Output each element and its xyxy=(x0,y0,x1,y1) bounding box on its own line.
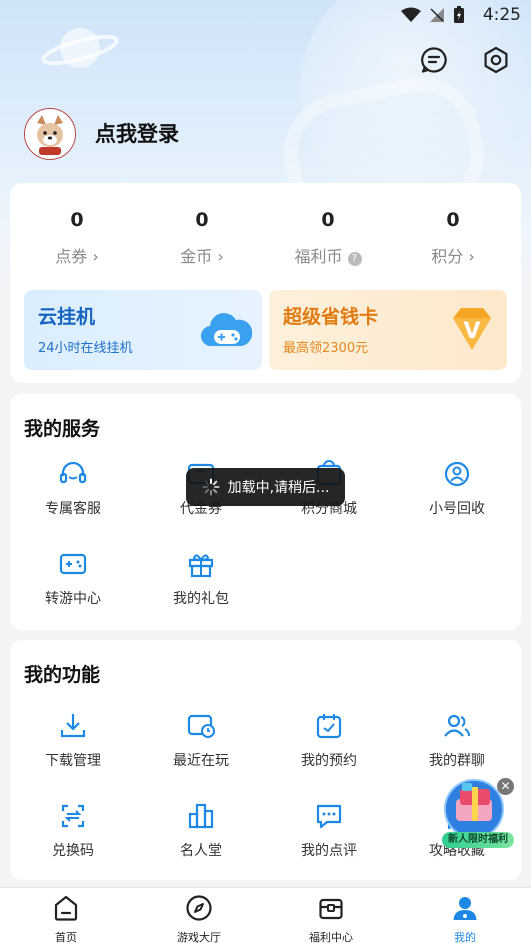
stat-value: 0 xyxy=(321,209,335,231)
float-close-button[interactable]: ✕ xyxy=(497,778,514,795)
home-icon xyxy=(54,895,78,921)
game-transfer-icon xyxy=(59,553,87,575)
stat-value: 0 xyxy=(195,209,209,231)
feature-my-reservations[interactable]: 我的预约 xyxy=(279,710,379,770)
recent-game-icon xyxy=(187,714,215,738)
service-customer-support[interactable]: 专属客服 xyxy=(23,458,123,518)
stat-label: 金币 › xyxy=(180,247,224,266)
chevron-right-icon: › xyxy=(92,247,99,266)
feature-my-reviews[interactable]: 我的点评 xyxy=(279,800,379,860)
tab-label: 游戏大厅 xyxy=(177,931,221,944)
promo-title: 超级省钱卡 xyxy=(283,306,379,328)
services-card: 我的服务 专属客服 代金券 积分商城 小号回收 转游中心 我的礼包 xyxy=(10,394,521,630)
promo-subtitle: 最高领2300元 xyxy=(283,341,369,356)
wallet-card: 0 点券 › 0 金币 › 0 福利币 ? 0 积分 › 云挂机 24小时在线挂… xyxy=(10,183,521,383)
calendar-check-icon xyxy=(316,714,342,739)
loading-toast: 加载中,请稍后... xyxy=(186,468,345,506)
feature-label: 名人堂 xyxy=(180,843,222,859)
message-icon xyxy=(421,47,447,73)
service-account-recycle[interactable]: 小号回收 xyxy=(407,458,507,518)
vip-gem-icon: V xyxy=(453,308,491,350)
service-my-gifts[interactable]: 我的礼包 xyxy=(151,548,251,608)
status-icons xyxy=(401,6,465,24)
stat-points[interactable]: 0 积分 › xyxy=(393,209,513,267)
super-saver-card[interactable]: 超级省钱卡 最高领2300元 V xyxy=(269,290,507,370)
service-label: 转游中心 xyxy=(45,591,101,607)
avatar[interactable] xyxy=(24,108,76,160)
svg-text:V: V xyxy=(463,319,480,344)
tab-welfare-center[interactable]: 福利中心 xyxy=(286,894,376,945)
feature-label: 下载管理 xyxy=(45,753,101,769)
stat-gold[interactable]: 0 金币 › xyxy=(142,209,262,267)
feature-label: 我的群聊 xyxy=(429,753,485,769)
compass-icon xyxy=(186,895,212,921)
wifi-icon xyxy=(401,7,421,22)
battery-icon xyxy=(454,6,464,23)
feature-redeem-code[interactable]: 兑换码 xyxy=(23,800,123,860)
chevron-right-icon: › xyxy=(217,247,224,266)
help-icon[interactable]: ? xyxy=(347,252,362,266)
promo-title: 云挂机 xyxy=(38,306,96,328)
treasure-chest-icon xyxy=(319,898,343,920)
stat-coupon[interactable]: 0 点券 › xyxy=(17,209,137,267)
comment-icon xyxy=(316,804,342,829)
chevron-right-icon: › xyxy=(468,247,475,266)
section-title: 我的服务 xyxy=(24,418,101,440)
feature-label: 我的点评 xyxy=(301,843,357,859)
tab-label: 首页 xyxy=(55,931,77,944)
section-title: 我的功能 xyxy=(24,664,101,686)
service-label: 小号回收 xyxy=(429,501,485,517)
feature-hall-of-fame[interactable]: 名人堂 xyxy=(151,800,251,860)
stat-value: 0 xyxy=(70,209,84,231)
feature-download-manager[interactable]: 下载管理 xyxy=(23,710,123,770)
settings-icon xyxy=(484,46,508,74)
message-button[interactable] xyxy=(418,44,450,76)
tab-game-hall[interactable]: 游戏大厅 xyxy=(154,894,244,945)
service-transfer-center[interactable]: 转游中心 xyxy=(23,548,123,608)
stat-value: 0 xyxy=(446,209,460,231)
download-icon xyxy=(60,714,86,738)
stat-label: 点券 › xyxy=(55,247,99,266)
exchange-icon xyxy=(61,804,85,828)
cloud-gamepad-icon xyxy=(201,313,252,347)
cloud-hangup-card[interactable]: 云挂机 24小时在线挂机 xyxy=(24,290,262,370)
stat-label: 积分 › xyxy=(431,247,475,266)
service-label: 我的礼包 xyxy=(173,591,229,607)
recycle-user-icon xyxy=(444,461,470,487)
no-signal-icon xyxy=(430,8,444,22)
spinner-icon xyxy=(202,478,220,496)
feature-label: 最近在玩 xyxy=(173,753,229,769)
settings-button[interactable] xyxy=(480,44,512,76)
tab-home[interactable]: 首页 xyxy=(21,894,111,945)
tab-label: 福利中心 xyxy=(309,931,353,944)
promo-subtitle: 24小时在线挂机 xyxy=(38,341,133,356)
status-time: 4:25 xyxy=(482,5,521,25)
service-label: 专属客服 xyxy=(45,501,101,517)
feature-label: 兑换码 xyxy=(52,843,94,859)
feature-recently-played[interactable]: 最近在玩 xyxy=(151,710,251,770)
stat-welfare-coin[interactable]: 0 福利币 ? xyxy=(268,209,388,267)
building-icon xyxy=(188,803,214,829)
status-bar: 4:25 xyxy=(0,0,531,30)
feature-label: 我的预约 xyxy=(301,753,357,769)
stat-label: 福利币 ? xyxy=(268,243,388,267)
newbie-welfare-float[interactable]: ✕ 新人限时福利 xyxy=(442,775,514,850)
group-icon xyxy=(444,714,470,737)
toast-text: 加载中,请稍后... xyxy=(227,480,330,496)
float-badge-label: 新人限时福利 xyxy=(442,832,514,848)
feature-group-chats[interactable]: 我的群聊 xyxy=(407,710,507,770)
bottom-tab-bar: 首页 游戏大厅 福利中心 我的 xyxy=(0,887,531,945)
tab-mine[interactable]: 我的 xyxy=(420,894,510,945)
tab-label: 我的 xyxy=(454,931,476,944)
user-icon xyxy=(453,897,477,920)
dog-avatar-icon xyxy=(25,109,75,159)
login-link[interactable]: 点我登录 xyxy=(95,118,179,148)
gift-icon xyxy=(188,554,214,578)
headset-icon xyxy=(59,461,87,484)
